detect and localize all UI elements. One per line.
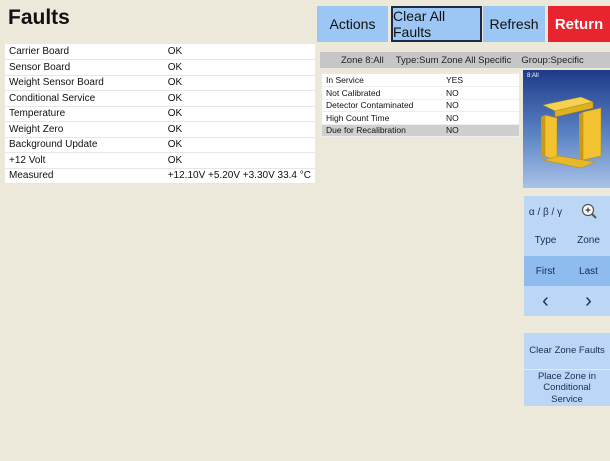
detail-value: NO <box>442 86 519 100</box>
status-value: OK <box>163 90 315 107</box>
zone-header-type: Type:Sum Zone All Specific <box>395 54 512 66</box>
table-row: Weight Zero OK <box>5 121 315 138</box>
detail-value: NO <box>442 99 519 112</box>
clear-all-faults-button[interactable]: Clear All Faults <box>391 6 482 42</box>
zone-button[interactable]: Zone <box>567 224 610 256</box>
detail-name: In Service <box>322 74 442 87</box>
status-name: +12 Volt <box>5 152 164 169</box>
chevron-left-icon: ‹ <box>542 289 549 312</box>
header-bar: Faults Actions Clear All Faults Refresh … <box>0 0 610 42</box>
status-value: OK <box>163 137 315 153</box>
status-name: Sensor Board <box>5 59 164 76</box>
detail-name: Due for Recalibration <box>322 124 442 137</box>
detail-name: Not Calibrated <box>322 86 442 100</box>
place-zone-conditional-button[interactable]: Place Zone in Conditional Service <box>524 370 610 406</box>
return-button[interactable]: Return <box>548 6 610 42</box>
status-name: Measured <box>5 168 164 184</box>
status-value: OK <box>163 121 315 138</box>
chevron-right-icon: › <box>585 289 592 312</box>
table-row: Background Update OK <box>5 137 315 153</box>
zone-3d-viewer[interactable]: 8:All <box>523 70 610 188</box>
detail-name: Detector Contaminated <box>322 99 442 112</box>
zone-detail-table: In Service YES Not Calibrated NO Detector … <box>322 74 519 137</box>
status-value: +12.10V +5.20V +3.30V 33.4 °C <box>163 168 315 184</box>
zone-header-group: Group:Specific <box>521 54 584 66</box>
table-row[interactable]: Not Calibrated NO <box>322 86 519 100</box>
table-row: Temperature OK <box>5 106 315 122</box>
status-value: OK <box>163 44 315 60</box>
status-name: Temperature <box>5 106 164 122</box>
zone-header-zone: Zone 8:All <box>341 54 384 66</box>
status-name: Weight Sensor Board <box>5 75 164 91</box>
next-button[interactable]: › <box>567 286 610 316</box>
first-button[interactable]: First <box>524 256 567 286</box>
fault-status-table: Carrier Board OK Sensor Board OK Weight Se… <box>5 44 315 184</box>
status-value: OK <box>163 59 315 76</box>
status-name: Weight Zero <box>5 121 164 138</box>
table-row: Carrier Board OK <box>5 44 315 60</box>
status-value: OK <box>163 152 315 169</box>
portal-model-graphic <box>541 96 602 169</box>
zoom-in-icon <box>581 203 597 219</box>
table-row: +12 Volt OK <box>5 152 315 169</box>
table-row: Weight Sensor Board OK <box>5 75 315 91</box>
clear-zone-faults-button[interactable]: Clear Zone Faults <box>524 333 610 369</box>
status-name: Conditional Service <box>5 90 164 107</box>
actions-button[interactable]: Actions <box>317 6 388 42</box>
status-value: OK <box>163 106 315 122</box>
refresh-button[interactable]: Refresh <box>483 6 545 42</box>
status-name: Carrier Board <box>5 44 164 60</box>
table-row[interactable]: Detector Contaminated NO <box>322 99 519 112</box>
zone-header-bar: Zone 8:All Type:Sum Zone All Specific Gr… <box>320 52 610 68</box>
status-name: Background Update <box>5 137 164 153</box>
table-row[interactable]: In Service YES <box>322 74 519 87</box>
table-row: Measured +12.10V +5.20V +3.30V 33.4 °C <box>5 168 315 184</box>
detail-name: High Count Time <box>322 111 442 125</box>
detail-value: NO <box>442 111 519 125</box>
table-row-selected[interactable]: Due for Recalibration NO <box>322 124 519 137</box>
detail-value: YES <box>442 74 519 87</box>
type-button[interactable]: Type <box>524 224 567 256</box>
previous-button[interactable]: ‹ <box>524 286 567 316</box>
last-button[interactable]: Last <box>567 256 610 286</box>
page-title: Faults <box>8 6 70 29</box>
table-row[interactable]: High Count Time NO <box>322 111 519 125</box>
detail-value: NO <box>442 124 519 137</box>
status-value: OK <box>163 75 315 91</box>
table-row: Conditional Service OK <box>5 90 315 107</box>
table-row: Sensor Board OK <box>5 59 315 76</box>
